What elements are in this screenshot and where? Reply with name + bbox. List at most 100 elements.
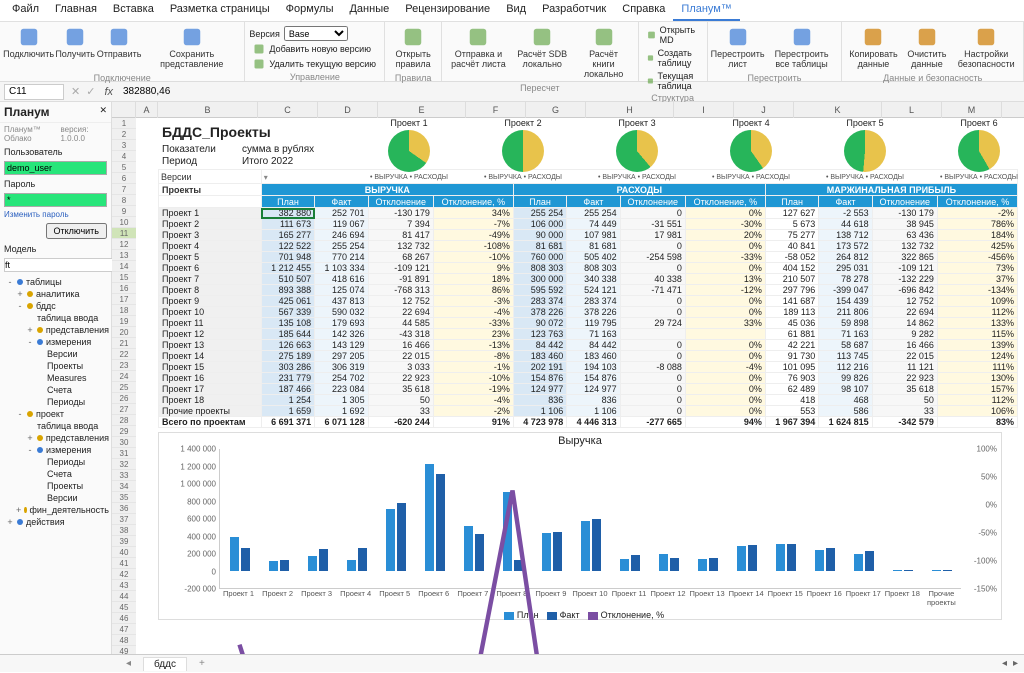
row-header[interactable]: 7 — [112, 184, 136, 195]
row-header[interactable]: 24 — [112, 371, 136, 382]
tree-node[interactable]: -измерения — [0, 444, 111, 456]
row-header[interactable]: 18 — [112, 305, 136, 316]
col-header[interactable]: H — [586, 102, 674, 118]
ribbon-button[interactable]: Сохранить представление — [143, 24, 240, 72]
row-header[interactable]: 35 — [112, 492, 136, 503]
row-header[interactable]: 29 — [112, 426, 136, 437]
tree-node[interactable]: -бддс — [0, 300, 111, 312]
row-header[interactable]: 5 — [112, 162, 136, 173]
tree-node[interactable]: -таблицы — [0, 276, 111, 288]
col-header[interactable]: C — [258, 102, 318, 118]
row-header[interactable]: 26 — [112, 393, 136, 404]
row-header[interactable]: 27 — [112, 404, 136, 415]
ribbon-button[interactable]: Перестроить все таблицы — [766, 24, 838, 72]
row-header[interactable]: 25 — [112, 382, 136, 393]
cancel-icon[interactable]: ✕ — [68, 85, 83, 98]
row-header[interactable]: 15 — [112, 272, 136, 283]
tree-node[interactable]: +действия — [0, 516, 111, 528]
ribbon-button-small[interactable]: Открыть MD — [643, 24, 703, 46]
tree-node[interactable]: Периоды — [0, 396, 111, 408]
tree-node[interactable]: +представления — [0, 432, 111, 444]
row-header[interactable]: 36 — [112, 503, 136, 514]
col-header[interactable]: E — [378, 102, 466, 118]
row-header[interactable]: 40 — [112, 547, 136, 558]
tree-node[interactable]: Проекты — [0, 360, 111, 372]
row-header[interactable]: 41 — [112, 558, 136, 569]
ribbon-button[interactable]: Перестроить лист — [712, 24, 764, 72]
ribbon-button-small[interactable]: Создать таблицу — [643, 47, 703, 69]
tree-node[interactable]: Счета — [0, 384, 111, 396]
col-header[interactable]: L — [882, 102, 942, 118]
row-header[interactable]: 2 — [112, 129, 136, 140]
close-icon[interactable]: ✕ — [99, 105, 107, 119]
col-header[interactable]: D — [318, 102, 378, 118]
ribbon-button[interactable]: Настройки безопасности — [953, 24, 1019, 72]
row-header[interactable]: 14 — [112, 261, 136, 272]
row-header[interactable]: 28 — [112, 415, 136, 426]
tree-node[interactable]: +аналитика — [0, 288, 111, 300]
tree-node[interactable]: Счета — [0, 468, 111, 480]
row-header[interactable]: 44 — [112, 591, 136, 602]
ribbon-button[interactable]: Подключить — [4, 24, 53, 62]
col-header[interactable]: F — [466, 102, 526, 118]
ribbon-tab[interactable]: Файл — [4, 0, 47, 21]
worksheet[interactable]: 1234567891011121314151617181920212223242… — [112, 118, 1024, 654]
ribbon-tab[interactable]: Планум™ — [673, 0, 739, 21]
ribbon-button-small[interactable]: Удалить текущую версию — [249, 57, 380, 71]
row-header[interactable]: 49 — [112, 646, 136, 654]
row-header[interactable]: 19 — [112, 316, 136, 327]
row-header[interactable]: 6 — [112, 173, 136, 184]
row-header[interactable]: 13 — [112, 250, 136, 261]
fx-icon[interactable]: fx — [98, 86, 119, 98]
row-header[interactable]: 30 — [112, 437, 136, 448]
user-input[interactable] — [4, 161, 107, 175]
row-header[interactable]: 11 — [112, 228, 136, 239]
ribbon-button-small[interactable]: Добавить новую версию — [249, 42, 380, 56]
ribbon-button[interactable]: Копировать данные — [846, 24, 900, 72]
model-input[interactable] — [4, 258, 123, 272]
tree-node[interactable]: Периоды — [0, 456, 111, 468]
col-header[interactable] — [112, 102, 136, 118]
row-header[interactable]: 21 — [112, 338, 136, 349]
pass-input[interactable] — [4, 193, 107, 207]
ribbon-button[interactable]: Расчёт книги локально — [573, 24, 633, 82]
sheet-tab-add[interactable]: + — [193, 658, 211, 669]
col-header[interactable]: K — [794, 102, 882, 118]
tree-node[interactable]: таблица ввода — [0, 420, 111, 432]
name-box[interactable] — [4, 84, 64, 100]
tabs-prev-icon[interactable]: ◂ — [120, 658, 137, 669]
ribbon-tab[interactable]: Главная — [47, 0, 105, 21]
row-header[interactable]: 23 — [112, 360, 136, 371]
ribbon-tab[interactable]: Справка — [614, 0, 673, 21]
row-header[interactable]: 12 — [112, 239, 136, 250]
confirm-icon[interactable]: ✓ — [83, 85, 98, 98]
row-header[interactable]: 4 — [112, 151, 136, 162]
row-header[interactable]: 9 — [112, 206, 136, 217]
ribbon-tab[interactable]: Вставка — [105, 0, 162, 21]
ribbon-button[interactable]: Открыть правила — [389, 24, 436, 72]
col-header[interactable]: J — [734, 102, 794, 118]
tree-node[interactable]: таблица ввода — [0, 312, 111, 324]
tree-node[interactable]: Проекты — [0, 480, 111, 492]
row-header[interactable]: 17 — [112, 294, 136, 305]
row-header[interactable]: 48 — [112, 635, 136, 646]
col-header[interactable]: I — [674, 102, 734, 118]
row-header[interactable]: 46 — [112, 613, 136, 624]
disconnect-button[interactable]: Отключить — [46, 223, 108, 239]
row-header[interactable]: 43 — [112, 580, 136, 591]
tree-node[interactable]: +фин_деятельность — [0, 504, 111, 516]
ribbon-tab[interactable]: Разработчик — [534, 0, 614, 21]
ribbon-tab[interactable]: Разметка страницы — [162, 0, 278, 21]
row-header[interactable]: 8 — [112, 195, 136, 206]
row-header[interactable]: 16 — [112, 283, 136, 294]
row-header[interactable]: 32 — [112, 459, 136, 470]
row-header[interactable]: 33 — [112, 470, 136, 481]
row-header[interactable]: 39 — [112, 536, 136, 547]
col-header[interactable]: N — [1002, 102, 1024, 118]
row-header[interactable]: 34 — [112, 481, 136, 492]
ribbon-button[interactable]: Отправка и расчёт листа — [446, 24, 511, 72]
ribbon-tab[interactable]: Данные — [341, 0, 397, 21]
ribbon-button[interactable]: Расчёт SDB локально — [513, 24, 571, 72]
fx-input[interactable] — [119, 84, 1024, 100]
row-header[interactable]: 1 — [112, 118, 136, 129]
